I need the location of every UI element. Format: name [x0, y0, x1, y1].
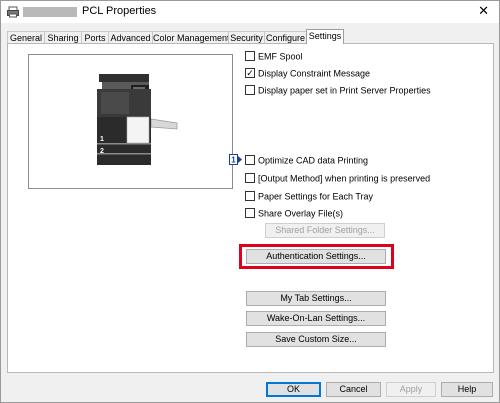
tray-label-2: 2	[100, 148, 104, 155]
my-tab-settings-button[interactable]: My Tab Settings...	[246, 291, 386, 306]
printer-illustration: 1 2	[97, 74, 178, 165]
title-redacted-bar	[23, 7, 77, 17]
tab-security[interactable]: Security	[228, 31, 265, 43]
properties-window: PCL Properties ✕ General Sharing Ports A…	[0, 0, 500, 403]
wake-on-lan-settings-button[interactable]: Wake-On-Lan Settings...	[246, 311, 386, 326]
option-optimize-cad[interactable]: Optimize CAD data Printing	[245, 154, 368, 166]
title-bar: PCL Properties ✕	[1, 1, 499, 23]
checkbox-checked[interactable]: ✓	[245, 67, 255, 78]
window-title: PCL Properties	[82, 5, 157, 17]
save-custom-size-button[interactable]: Save Custom Size...	[246, 332, 386, 347]
tab-ports[interactable]: Ports	[81, 31, 109, 43]
tab-configure[interactable]: Configure	[264, 31, 307, 43]
printer-icon	[7, 6, 19, 18]
option-label: EMF Spool	[258, 51, 303, 62]
checkbox[interactable]	[245, 50, 255, 61]
option-output-method-preserved[interactable]: [Output Method] when printing is preserv…	[245, 172, 430, 184]
option-display-constraint-message[interactable]: ✓ Display Constraint Message	[245, 67, 370, 79]
info-pointer-icon: 1	[229, 154, 242, 165]
tab-general[interactable]: General	[7, 31, 45, 43]
tab-color-management[interactable]: Color Management	[152, 31, 230, 43]
option-share-overlay-files[interactable]: Share Overlay File(s)	[245, 207, 343, 219]
checkbox[interactable]	[245, 154, 255, 165]
apply-button[interactable]: Apply	[386, 382, 436, 397]
checkbox[interactable]	[245, 84, 255, 95]
cancel-button[interactable]: Cancel	[326, 382, 381, 397]
help-button[interactable]: Help	[441, 382, 493, 397]
printer-preview: 1 2	[28, 54, 233, 189]
option-label: Optimize CAD data Printing	[258, 155, 369, 166]
info-number: 1	[231, 156, 236, 165]
checkbox[interactable]	[245, 207, 255, 218]
ok-button[interactable]: OK	[266, 382, 321, 397]
option-label: [Output Method] when printing is preserv…	[258, 173, 431, 184]
checkbox[interactable]	[245, 172, 255, 183]
authentication-settings-button[interactable]: Authentication Settings...	[246, 249, 386, 264]
option-label: Display paper set in Print Server Proper…	[258, 85, 431, 96]
close-icon[interactable]: ✕	[478, 3, 489, 19]
option-paper-settings-each-tray[interactable]: Paper Settings for Each Tray	[245, 190, 373, 202]
tab-sharing[interactable]: Sharing	[44, 31, 82, 43]
checkbox[interactable]	[245, 190, 255, 201]
tab-settings[interactable]: Settings	[306, 29, 344, 44]
option-display-paper-set[interactable]: Display paper set in Print Server Proper…	[245, 84, 431, 96]
option-label: Share Overlay File(s)	[258, 208, 344, 219]
option-emf-spool[interactable]: EMF Spool	[245, 50, 303, 62]
option-label: Paper Settings for Each Tray	[258, 191, 374, 202]
shared-folder-settings-button[interactable]: Shared Folder Settings...	[265, 223, 385, 238]
tray-label-1: 1	[100, 136, 104, 143]
option-label: Display Constraint Message	[258, 68, 371, 79]
tab-advanced[interactable]: Advanced	[108, 31, 153, 43]
